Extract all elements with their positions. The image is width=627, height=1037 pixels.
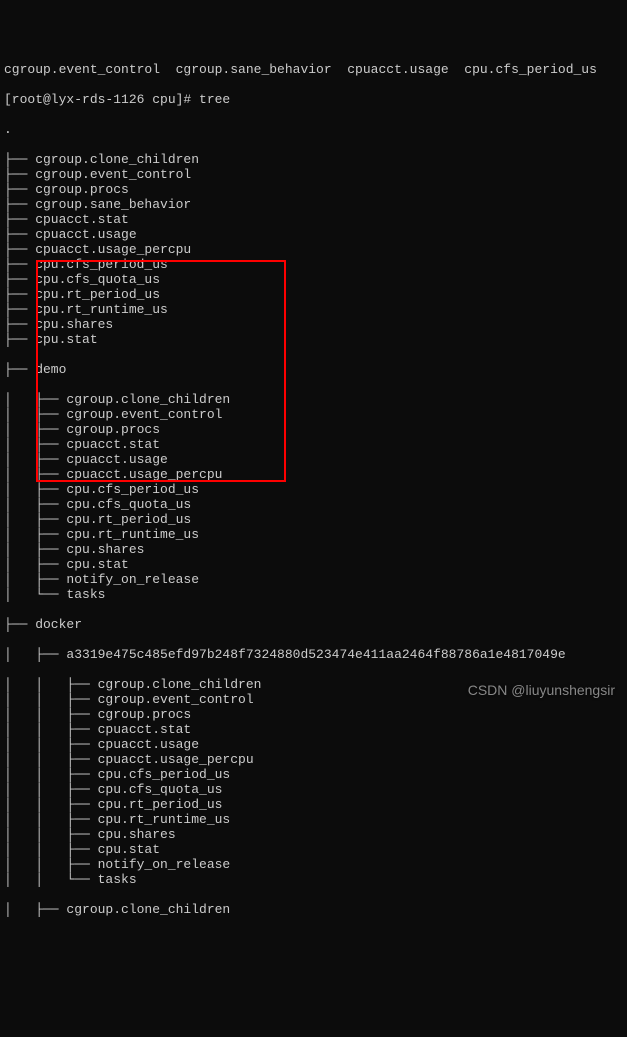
tree-item: │ ├── cpu.cfs_quota_us	[4, 497, 623, 512]
tree-demo-dir: ├── demo	[4, 362, 623, 377]
tree-item: ├── cpuacct.usage_percpu	[4, 242, 623, 257]
tree-item: │ ├── cgroup.event_control	[4, 407, 623, 422]
tree-item: │ │ ├── cpuacct.stat	[4, 722, 623, 737]
tree-item: │ │ ├── cpuacct.usage_percpu	[4, 752, 623, 767]
tree-item: │ ├── cpu.cfs_period_us	[4, 482, 623, 497]
tree-root-dot: .	[4, 122, 623, 137]
tree-demo-contents: │ ├── cgroup.clone_children│ ├── cgroup.…	[4, 392, 623, 602]
tree-item: │ │ ├── cpu.rt_period_us	[4, 797, 623, 812]
tree-docker-hash: │ ├── a3319e475c485efd97b248f7324880d523…	[4, 647, 623, 662]
tree-item: │ ├── cpu.rt_period_us	[4, 512, 623, 527]
tree-item: ├── cpu.shares	[4, 317, 623, 332]
tree-item: │ ├── cgroup.procs	[4, 422, 623, 437]
tree-item: ├── cpu.stat	[4, 332, 623, 347]
tree-item: ├── cpu.cfs_quota_us	[4, 272, 623, 287]
tree-item: │ ├── cpuacct.usage_percpu	[4, 467, 623, 482]
tree-item: ├── cpu.rt_period_us	[4, 287, 623, 302]
tree-dir-docker: ├── docker	[4, 617, 623, 632]
tree-item: │ ├── cpu.stat	[4, 557, 623, 572]
tree-item: ├── cpuacct.stat	[4, 212, 623, 227]
tree-item: │ └── tasks	[4, 587, 623, 602]
shell-prompt: [root@lyx-rds-1126 cpu]# tree	[4, 92, 623, 107]
tree-item: ├── cgroup.clone_children	[4, 152, 623, 167]
tree-docker-contents: │ │ ├── cgroup.clone_children│ │ ├── cgr…	[4, 677, 623, 887]
tree-item: ├── cgroup.procs	[4, 182, 623, 197]
tree-item: │ │ ├── cpu.cfs_quota_us	[4, 782, 623, 797]
tree-item: │ ├── notify_on_release	[4, 572, 623, 587]
tree-item: │ │ ├── cpu.rt_runtime_us	[4, 812, 623, 827]
tree-item: │ ├── cpuacct.stat	[4, 437, 623, 452]
tree-item: │ │ ├── notify_on_release	[4, 857, 623, 872]
tree-top-level: ├── cgroup.clone_children├── cgroup.even…	[4, 152, 623, 347]
tree-dir-demo: ├── demo	[4, 362, 623, 377]
tree-item: ├── cpu.cfs_period_us	[4, 257, 623, 272]
tree-item: ├── cpu.rt_runtime_us	[4, 302, 623, 317]
tree-item: │ │ ├── cpu.shares	[4, 827, 623, 842]
tree-item-cutoff: │ ├── cgroup.clone_children	[4, 902, 623, 917]
tree-docker-trailing: │ ├── cgroup.clone_children	[4, 902, 623, 917]
tree-item: │ │ ├── cpu.cfs_period_us	[4, 767, 623, 782]
tree-item: │ ├── cgroup.clone_children	[4, 392, 623, 407]
tree-docker-hash-line: │ ├── a3319e475c485efd97b248f7324880d523…	[4, 647, 623, 662]
tree-item: ├── cgroup.event_control	[4, 167, 623, 182]
tree-item: ├── cgroup.sane_behavior	[4, 197, 623, 212]
watermark: CSDN @liuyunshengsir	[468, 683, 615, 698]
tree-item: ├── cpuacct.usage	[4, 227, 623, 242]
tree-item: │ │ ├── cpu.stat	[4, 842, 623, 857]
tree-item: │ │ ├── cgroup.procs	[4, 707, 623, 722]
tree-docker-dir: ├── docker	[4, 617, 623, 632]
header-partial-line: cgroup.event_control cgroup.sane_behavio…	[4, 62, 623, 77]
tree-item: │ │ └── tasks	[4, 872, 623, 887]
tree-item: │ ├── cpu.rt_runtime_us	[4, 527, 623, 542]
tree-item: │ ├── cpu.shares	[4, 542, 623, 557]
tree-item: │ │ ├── cpuacct.usage	[4, 737, 623, 752]
tree-item: │ ├── cpuacct.usage	[4, 452, 623, 467]
